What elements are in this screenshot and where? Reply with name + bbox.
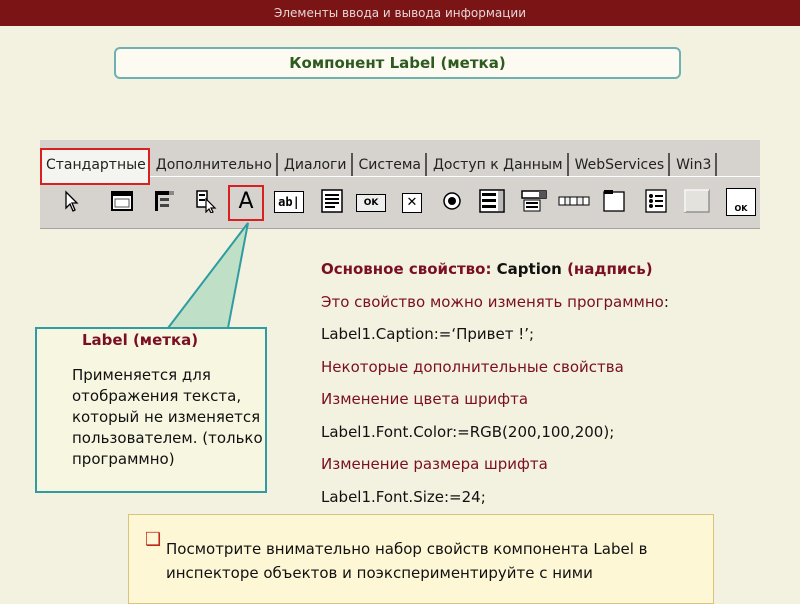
change-programmatically-text: Это свойство можно изменять программно <box>321 292 664 311</box>
tab-webservices[interactable]: WebServices <box>569 153 671 177</box>
actionlist-icon[interactable]: OK <box>726 188 756 216</box>
combobox-icon[interactable] <box>520 189 548 213</box>
main-property-prefix: Основное свойство: <box>321 260 497 278</box>
listbox-icon[interactable] <box>478 189 506 213</box>
additional-properties-line: Некоторые дополнительные свойства <box>321 357 624 376</box>
pointer-icon[interactable] <box>60 189 84 213</box>
edit-icon[interactable]: ab| <box>274 191 304 213</box>
note-text: Посмотрите внимательно набор свойств ком… <box>166 540 648 582</box>
main-property-name: Caption <box>496 260 562 278</box>
actionlist-icon-glyph: OK <box>734 204 748 213</box>
font-color-heading: Изменение цвета шрифта <box>321 390 529 408</box>
code-caption-line: Label1.Caption:=‘Привет !’; <box>321 325 535 343</box>
slide-title: Компонент Label (метка) <box>114 47 681 79</box>
button-icon[interactable]: OK <box>356 194 386 212</box>
tab-dialogs[interactable]: Диалоги <box>278 153 353 177</box>
font-size-heading: Изменение размера шрифта <box>321 455 548 473</box>
main-menu-icon[interactable] <box>152 189 176 213</box>
panel-icon[interactable] <box>684 189 710 213</box>
radiogroup-icon[interactable] <box>644 189 668 213</box>
radiobutton-icon[interactable] <box>440 189 464 213</box>
label-tool-highlight[interactable]: A <box>228 185 264 221</box>
header-text: Элементы ввода и вывода информации <box>273 6 527 20</box>
edit-icon-glyph: ab| <box>278 195 300 209</box>
tab-data-access[interactable]: Доступ к Данным <box>427 153 569 177</box>
callout-body: Применяется для отображения текста, кото… <box>72 366 263 468</box>
tab-additional[interactable]: Дополнительно <box>150 153 278 177</box>
checkbox-icon-glyph: ✕ <box>406 195 418 210</box>
title-text: Компонент Label (метка) <box>289 54 506 72</box>
main-property-suffix: (надпись) <box>561 260 653 278</box>
popup-menu-icon[interactable] <box>195 189 219 213</box>
change-programmatically-line: Это свойство можно изменять программно: <box>321 289 761 322</box>
groupbox-icon[interactable] <box>602 189 626 213</box>
note-bullet-icon: ❑ <box>145 529 162 550</box>
component-palette: Стандартные Дополнительно Диалоги Система До… <box>40 140 760 229</box>
scrollbar-icon[interactable] <box>558 189 590 213</box>
frame-icon[interactable] <box>110 189 134 213</box>
palette-tabs: Стандартные Дополнительно Диалоги Система До… <box>40 148 718 185</box>
label-icon: A <box>238 189 254 214</box>
properties-text: Основное свойство: Caption (надпись) Это… <box>321 256 761 516</box>
memo-icon[interactable] <box>320 189 344 213</box>
button-icon-glyph: OK <box>363 198 379 208</box>
callout-title: Label (метка) <box>82 331 199 349</box>
checkbox-icon[interactable]: ✕ <box>402 193 422 213</box>
code-font-size-line: Label1.Font.Size:=24; <box>321 487 486 506</box>
slide-header: Элементы ввода и вывода информации <box>0 0 800 26</box>
tab-win3[interactable]: Win3 <box>670 153 718 177</box>
main-property-line: Основное свойство: Caption (надпись) <box>321 256 761 289</box>
code-font-color-line: Label1.Font.Color:=RGB(200,100,200); <box>321 422 615 441</box>
tab-system[interactable]: Система <box>353 153 427 177</box>
tab-standard[interactable]: Стандартные <box>40 148 150 185</box>
change-programmatically-colon: : <box>663 292 669 311</box>
